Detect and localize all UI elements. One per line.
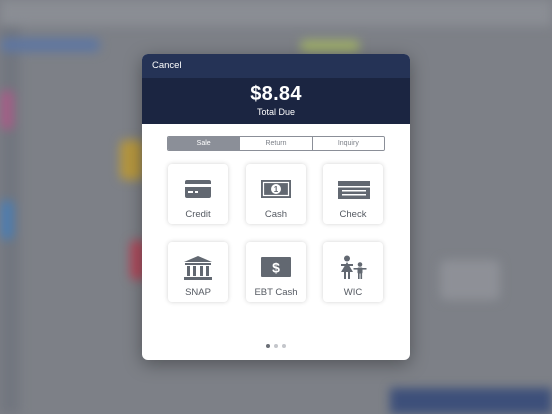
tender-check-button[interactable]: Check [323,164,383,224]
tender-label: Cash [264,209,288,220]
background-blob [300,40,360,52]
mother-child-icon [341,255,367,279]
tender-label: SNAP [185,287,211,298]
page-dot[interactable] [266,344,270,348]
tender-label: EBT Cash [254,287,298,298]
tender-label: Check [339,209,367,220]
bank-building-icon [184,256,212,280]
background-blob [0,38,100,52]
tender-label: Credit [185,209,211,220]
background-blob [0,200,14,240]
page-indicator[interactable] [142,335,410,353]
tender-label: WIC [343,287,363,298]
background-toolbar [0,0,552,26]
background-blob [120,140,144,180]
background-blob [440,260,500,300]
tender-ebt-cash-button[interactable]: $ EBT Cash [246,242,306,302]
page-dot[interactable] [282,344,286,348]
dollar-card-icon: $ [261,257,291,277]
background-footer [390,388,552,414]
page-dot[interactable] [274,344,278,348]
tender-credit-button[interactable]: Credit [168,164,228,224]
check-icon [338,181,370,199]
tender-grid: Credit 1 Cash Check SNAP $ EBT Cash WIC [142,54,410,360]
credit-card-icon [185,180,211,198]
payment-modal: Cancel $8.84 Total Due Sale Return Inqui… [142,54,410,360]
tender-cash-button[interactable]: 1 Cash [246,164,306,224]
tender-snap-button[interactable]: SNAP [168,242,228,302]
svg-text:$: $ [272,260,280,276]
cash-bill-icon: 1 [261,180,291,198]
tender-wic-button[interactable]: WIC [323,242,383,302]
svg-text:1: 1 [274,185,279,194]
background-blob [0,90,14,130]
